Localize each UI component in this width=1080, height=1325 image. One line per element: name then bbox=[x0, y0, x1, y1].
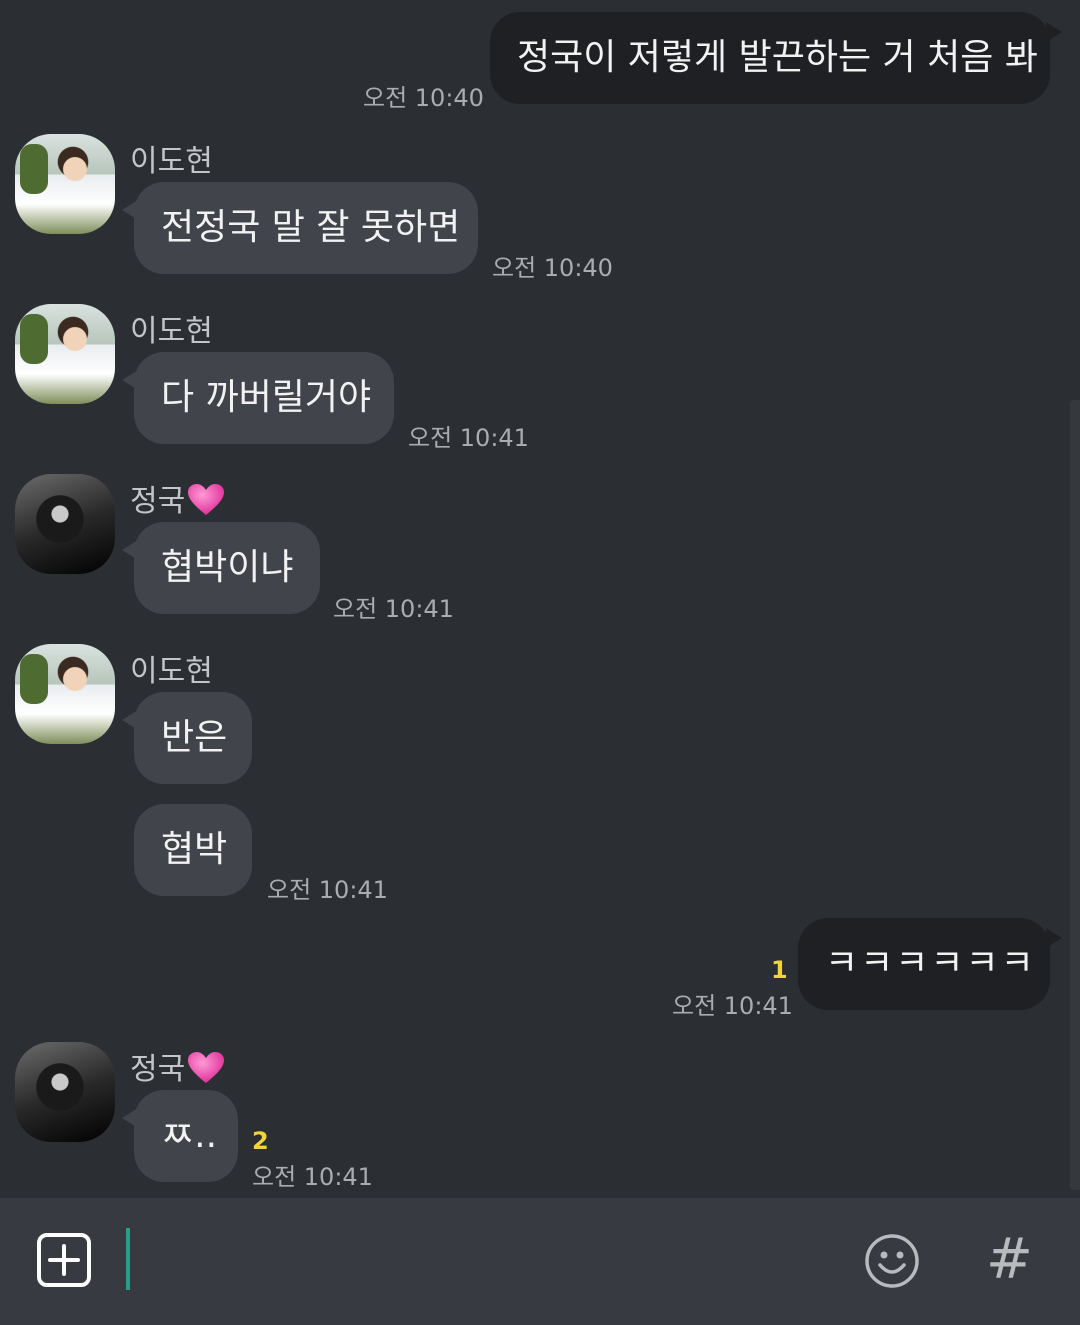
message-time: 오전 10:41 bbox=[408, 424, 529, 452]
sender-name: 이도현 bbox=[130, 314, 213, 349]
sender-name: 이도현 bbox=[130, 654, 213, 689]
heart-emoji-icon bbox=[188, 484, 225, 515]
message-bubble[interactable]: 반은 bbox=[122, 692, 252, 784]
message-text: 협박 bbox=[161, 829, 228, 870]
avatar[interactable] bbox=[15, 304, 115, 404]
message-bubble[interactable]: 정국이 저렇게 발끈하는 거 처음 봐 bbox=[490, 12, 1062, 104]
message-time: 오전 10:41 bbox=[267, 876, 388, 904]
avatar[interactable] bbox=[15, 1042, 115, 1142]
message-input-bar: # bbox=[0, 1198, 1080, 1325]
message-time: 오전 10:41 bbox=[252, 1163, 373, 1191]
sender-name: 정국 bbox=[130, 476, 225, 520]
chat-area[interactable]: 정국이 저렇게 발끈하는 거 처음 봐 오전 10:40 이도현 전정국 말 잘… bbox=[0, 0, 1080, 1198]
message-bubble[interactable]: 전정국 말 잘 못하면 bbox=[122, 182, 478, 274]
message-bubble[interactable]: 협박이냐 bbox=[122, 522, 320, 614]
message-time: 오전 10:41 bbox=[333, 595, 454, 623]
message-bubble[interactable]: ㅉ.. bbox=[122, 1090, 238, 1182]
message-time: 오전 10:41 bbox=[672, 992, 793, 1020]
heart-emoji-icon bbox=[188, 1052, 225, 1083]
message-bubble[interactable]: 협박 bbox=[134, 804, 252, 896]
avatar[interactable] bbox=[15, 134, 115, 234]
message-text: 반은 bbox=[161, 717, 228, 758]
unread-count: 2 bbox=[252, 1127, 269, 1155]
message-text: 협박이냐 bbox=[161, 547, 294, 588]
message-text: ㅋㅋㅋㅋㅋㅋ bbox=[825, 943, 1036, 984]
avatar[interactable] bbox=[15, 474, 115, 574]
message-time: 오전 10:40 bbox=[363, 84, 484, 112]
message-text: ㅉ.. bbox=[161, 1115, 218, 1156]
avatar[interactable] bbox=[15, 644, 115, 744]
message-text: 다 까버릴거야 bbox=[161, 377, 372, 418]
message-text-input[interactable] bbox=[126, 1228, 130, 1290]
message-text: 정국이 저렇게 발끈하는 거 처음 봐 bbox=[517, 37, 1038, 78]
message-bubble[interactable]: 다 까버릴거야 bbox=[122, 352, 394, 444]
hashtag-button[interactable]: # bbox=[986, 1228, 1033, 1292]
message-text: 전정국 말 잘 못하면 bbox=[161, 207, 461, 248]
plus-square-icon[interactable] bbox=[36, 1232, 92, 1288]
unread-count: 1 bbox=[771, 956, 788, 984]
message-time: 오전 10:40 bbox=[492, 254, 613, 282]
message-bubble[interactable]: ㅋㅋㅋㅋㅋㅋ bbox=[798, 918, 1062, 1010]
sender-name: 이도현 bbox=[130, 144, 213, 179]
smiley-icon[interactable] bbox=[864, 1233, 920, 1289]
sender-name: 정국 bbox=[130, 1044, 225, 1088]
scrollbar[interactable] bbox=[1070, 400, 1080, 1190]
